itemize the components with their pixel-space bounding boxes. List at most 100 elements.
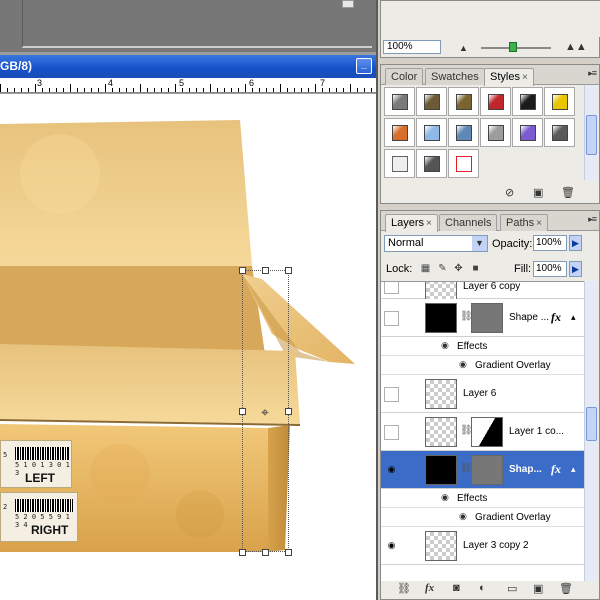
layer-mask-thumbnail[interactable] xyxy=(471,455,503,485)
ruler-tick xyxy=(315,84,316,92)
style-swatch[interactable] xyxy=(480,118,511,147)
layer-mask-thumbnail[interactable] xyxy=(471,303,503,333)
link-icon[interactable]: ⛓ xyxy=(397,582,411,595)
visibility-toggle[interactable] xyxy=(384,310,399,326)
zoom-slider-thumb[interactable] xyxy=(509,42,517,52)
scrollbar-cap[interactable] xyxy=(342,0,354,8)
trash-icon[interactable]: 🗑 xyxy=(561,186,575,199)
layer-effect-item[interactable]: ◉ Gradient Overlay xyxy=(381,356,586,375)
style-swatch[interactable] xyxy=(480,87,511,116)
zoom-field[interactable]: 100% xyxy=(383,40,441,54)
mask-icon[interactable]: ◙ xyxy=(453,582,460,594)
ruler-tick xyxy=(217,88,218,92)
layers-scrollbar[interactable] xyxy=(584,281,597,581)
layer-row[interactable]: ⛓ Layer 1 co... xyxy=(381,413,586,451)
layer-row[interactable]: ⛓ Shape ... fx ▴ xyxy=(381,299,586,337)
fx-icon[interactable]: fx xyxy=(425,582,434,594)
expand-effects-icon[interactable]: ▴ xyxy=(571,312,576,323)
eye-icon[interactable]: ◉ xyxy=(441,340,449,351)
adjustment-icon[interactable]: ◐ xyxy=(479,582,486,594)
chevron-down-icon[interactable]: ▼ xyxy=(472,236,487,251)
styles-scrollbar[interactable] xyxy=(584,85,597,180)
style-swatch[interactable] xyxy=(416,118,447,147)
transform-center-icon[interactable]: ⌖ xyxy=(258,405,272,419)
layer-mask-thumbnail[interactable] xyxy=(471,417,503,447)
panel-menu-icon[interactable]: ▸≡ xyxy=(588,68,597,79)
new-layer-icon[interactable]: ▣ xyxy=(533,582,543,595)
opacity-field[interactable]: 100% xyxy=(533,235,567,251)
style-swatch[interactable] xyxy=(448,87,479,116)
eye-icon[interactable]: ◉ xyxy=(459,359,467,370)
style-swatch[interactable] xyxy=(384,149,415,178)
tab-paths[interactable]: Paths × xyxy=(500,214,548,231)
document-title-bar[interactable]: GB/8) _ xyxy=(0,55,376,78)
layer-effect-item[interactable]: ◉ Gradient Overlay xyxy=(381,508,586,527)
fill-field[interactable]: 100% xyxy=(533,261,567,277)
style-swatch[interactable] xyxy=(544,118,575,147)
tab-color[interactable]: Color xyxy=(385,68,424,85)
blend-mode-select[interactable]: Normal ▼ xyxy=(384,235,488,252)
visibility-toggle[interactable] xyxy=(384,282,399,294)
transform-handle-tr[interactable] xyxy=(285,267,292,274)
style-swatch[interactable] xyxy=(512,118,543,147)
ruler-tick xyxy=(273,88,274,92)
close-icon[interactable]: × xyxy=(522,72,528,83)
style-swatch[interactable] xyxy=(416,149,447,178)
visibility-toggle[interactable]: ◉ xyxy=(384,539,399,554)
new-style-icon[interactable]: ▣ xyxy=(533,186,543,199)
document-canvas[interactable]: 5 5 1 0 1 3 0 1 3 LEFT 2 5 2 0 5 5 9 1 3… xyxy=(0,94,376,600)
visibility-toggle[interactable]: ◉ xyxy=(384,463,399,478)
trash-icon[interactable]: 🗑 xyxy=(559,582,573,595)
layer-row[interactable]: Layer 6 copy xyxy=(381,282,586,305)
style-swatch[interactable] xyxy=(416,87,447,116)
fx-badge[interactable]: fx xyxy=(551,462,561,477)
minimize-button[interactable]: _ xyxy=(356,58,372,74)
tab-layers[interactable]: Layers × xyxy=(385,214,438,232)
transform-handle-tm[interactable] xyxy=(262,267,269,274)
layer-row[interactable]: ◉ Layer 3 copy 2 xyxy=(381,527,586,565)
tab-styles[interactable]: Styles × xyxy=(484,68,534,86)
style-swatch[interactable] xyxy=(384,87,415,116)
tab-channels[interactable]: Channels xyxy=(439,214,498,231)
lock-all-icon[interactable]: ■ xyxy=(470,263,481,274)
transform-handle-br[interactable] xyxy=(285,549,292,556)
eye-icon[interactable]: ◉ xyxy=(459,511,467,522)
panels-column: 100% ▲ ▲▲ Color Swatches Styles × ▸≡ ⊘ ▣ … xyxy=(376,0,600,600)
transform-handle-bl[interactable] xyxy=(239,549,246,556)
transform-handle-mr[interactable] xyxy=(285,408,292,415)
layer-effects-row[interactable]: ◉ Effects xyxy=(381,489,586,508)
transform-handle-tl[interactable] xyxy=(239,267,246,274)
visibility-toggle[interactable] xyxy=(384,424,399,440)
tab-swatches[interactable]: Swatches xyxy=(425,68,485,85)
style-swatch[interactable] xyxy=(448,118,479,147)
fx-badge[interactable]: fx xyxy=(551,310,561,325)
background-document-window[interactable] xyxy=(0,0,376,52)
lock-transparency-icon[interactable]: ▦ xyxy=(420,263,431,274)
close-icon[interactable]: × xyxy=(536,218,542,229)
layer-effects-row[interactable]: ◉ Effects xyxy=(381,337,586,356)
group-icon[interactable]: ▭ xyxy=(507,582,517,595)
layer-row[interactable]: ◉ ⛓ Shap... fx ▴ xyxy=(381,451,586,489)
panel-menu-icon[interactable]: ▸≡ xyxy=(588,214,597,225)
layers-scroll-thumb[interactable] xyxy=(586,407,597,441)
style-swatch[interactable] xyxy=(448,149,479,178)
style-swatch[interactable] xyxy=(384,118,415,147)
style-swatch[interactable] xyxy=(512,87,543,116)
navigator-preview[interactable] xyxy=(381,1,600,37)
mountain-large-icon[interactable]: ▲▲ xyxy=(565,41,587,53)
lock-position-icon[interactable]: ✥ xyxy=(453,263,464,274)
mountain-small-icon[interactable]: ▲ xyxy=(459,43,468,53)
transform-handle-bm[interactable] xyxy=(262,549,269,556)
layer-row[interactable]: Layer 6 xyxy=(381,375,586,413)
styles-scroll-thumb[interactable] xyxy=(586,115,597,155)
no-style-icon[interactable]: ⊘ xyxy=(505,186,514,199)
expand-effects-icon[interactable]: ▴ xyxy=(571,464,576,475)
lock-image-icon[interactable]: ✎ xyxy=(437,263,448,274)
fill-arrow-button[interactable]: ▶ xyxy=(569,261,582,277)
eye-icon[interactable]: ◉ xyxy=(441,492,449,503)
style-swatch[interactable] xyxy=(544,87,575,116)
opacity-arrow-button[interactable]: ▶ xyxy=(569,235,582,251)
visibility-toggle[interactable] xyxy=(384,386,399,402)
transform-handle-ml[interactable] xyxy=(239,408,246,415)
close-icon[interactable]: × xyxy=(426,218,432,229)
